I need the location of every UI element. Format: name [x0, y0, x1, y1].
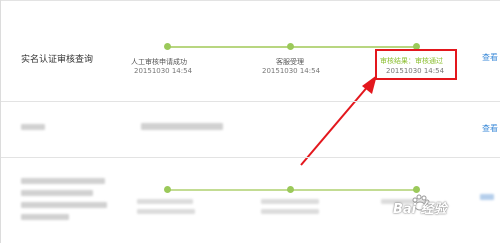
blurred-step-label-2	[261, 199, 319, 204]
row-separator-2	[1, 157, 500, 158]
blurred-text-line-2	[21, 190, 93, 196]
blurred-content	[141, 123, 223, 130]
blurred-text-line-1	[21, 178, 105, 184]
row-separator-1	[1, 101, 500, 102]
query-panel: 实名认证审核查询 人工审核申请成功 20151030 14:54 客服受理 20…	[0, 0, 500, 243]
blurred-step-time-1	[137, 209, 195, 214]
blurred-text-line-3	[21, 202, 107, 208]
row3-step-dot-2	[287, 186, 294, 193]
blurred-title	[21, 124, 45, 130]
row3-step-dot-1	[164, 186, 171, 193]
blurred-step-time-2	[261, 209, 319, 214]
blurred-text-line-4	[21, 214, 69, 220]
view-link-row2[interactable]: 查看	[482, 123, 498, 134]
blurred-step-label-1	[137, 199, 193, 204]
view-link-row3[interactable]	[480, 194, 494, 200]
watermark-text: Bai 经验	[393, 202, 447, 217]
